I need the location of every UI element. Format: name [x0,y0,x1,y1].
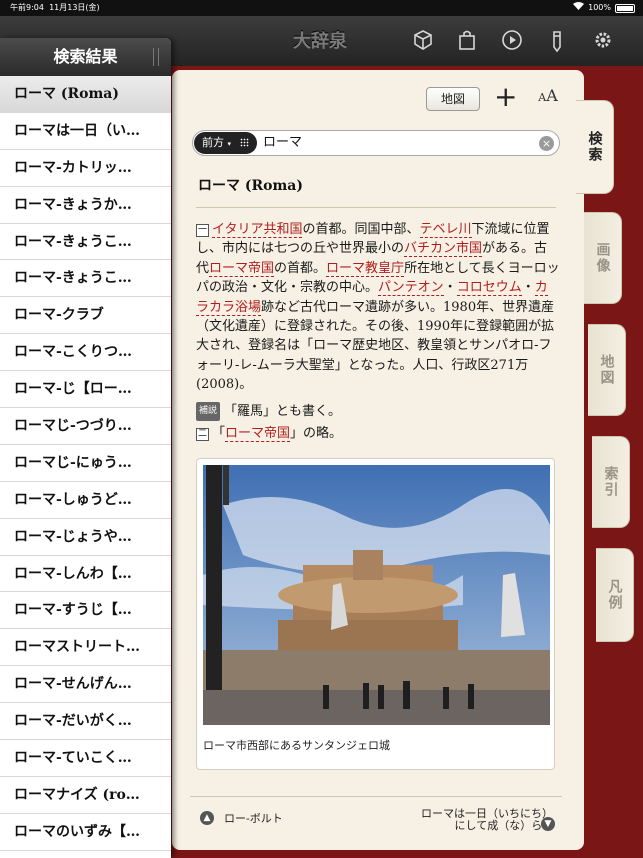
link-colosseum[interactable]: コロセウム [456,280,522,297]
search-results-header: 検索結果 [0,38,171,76]
link-roman-empire-2[interactable]: ローマ帝国 [225,426,291,443]
search-result-item[interactable]: ローマ-きょうか… [0,187,171,224]
wifi-icon [573,0,585,16]
supplementary-note: 補説 「羅馬」とも書く。 [196,401,560,422]
grid-icon [240,138,249,147]
search-result-item[interactable]: ローマ-こくりつ… [0,334,171,372]
search-result-item[interactable]: ローマじ-にゅう… [0,445,171,482]
search-result-item[interactable]: ローマ-じょうや… [0,519,171,556]
search-result-item[interactable]: ローマ-せんげん… [0,666,171,704]
gear-icon[interactable] [590,29,616,55]
tab-search[interactable]: 検索 [576,100,614,194]
status-time: 午前9:04 11月13日(金) [10,3,100,12]
search-scope-selector[interactable]: 前方 ▾ [194,132,257,154]
definition-number-badge: 二 [196,428,209,442]
pencil-icon[interactable] [544,29,570,55]
arrow-up-icon: ▲ [200,811,214,825]
link-roman-empire[interactable]: ローマ帝国 [209,260,275,277]
link-pantheon[interactable]: パンテオン [378,280,444,297]
battery-icon [615,3,635,13]
link-vatican[interactable]: バチカン市国 [404,241,483,258]
next-entry-arrow[interactable]: ▼ [541,811,555,831]
bag-icon[interactable] [454,29,480,55]
cube-icon[interactable] [410,29,436,55]
search-result-item[interactable]: ローマ-ていこく… [0,740,171,777]
entry-body: 一イタリア共和国の首都。同国中部、テベレ川下流域に位置し、市内には七つの丘や世界… [196,220,560,443]
font-size-button[interactable]: AA [534,86,562,110]
tab-map[interactable]: 地図 [588,324,626,416]
search-result-item[interactable]: ローマ-カトリッ… [0,150,171,187]
search-result-item[interactable]: ローマ (Roma) [0,76,171,113]
add-bookmark-button[interactable]: + [494,83,517,113]
arrow-down-icon: ▼ [541,817,555,831]
photo-card[interactable]: ローマ市西部にあるサンタンジェロ城 [196,458,555,770]
battery-percent: 100% [588,3,611,12]
search-result-item[interactable]: ローマ-しゅうど… [0,482,171,519]
search-result-item[interactable]: ローマ-しんわ【… [0,556,171,593]
search-result-item[interactable]: ローマストリート… [0,629,171,667]
search-result-item[interactable]: ローマのいずみ【… [0,814,171,851]
divider [190,796,562,797]
search-result-item[interactable]: ローマ-きょうこ… [0,224,171,261]
search-result-item[interactable]: ローマ-すうじ【… [0,592,171,630]
link-tiber[interactable]: テベレ川 [419,222,472,238]
search-result-item[interactable]: ローマは一日（い… [0,113,171,150]
app-title: 大辞泉 [293,31,347,52]
search-input[interactable]: ローマ [263,131,302,155]
definition-1: 一イタリア共和国の首都。同国中部、テベレ川下流域に位置し、市内には七つの丘や世界… [196,222,560,393]
note-badge: 補説 [196,401,221,422]
map-button[interactable]: 地図 [426,87,480,111]
search-result-item[interactable]: ローマナイズ (ro… [0,777,171,814]
search-results-list: ローマ (Roma) ローマは一日（い… ローマ-カトリッ… ローマ-きょうか… ローマ… [0,76,171,851]
search-result-item[interactable]: ローマ-きょうこ… [0,260,171,298]
tab-images[interactable]: 画像 [584,212,622,304]
definition-2: 二「ローマ帝国」の略。 [196,426,343,443]
tab-legend[interactable]: 凡例 [596,548,634,642]
play-icon[interactable] [499,29,525,55]
tab-index[interactable]: 索引 [592,436,630,528]
definition-number-badge: 一 [196,224,209,237]
search-results-panel: 検索結果 ローマ (Roma) ローマは一日（い… ローマ-カトリッ… ローマ-きょう… [0,38,171,858]
search-result-item[interactable]: ローマじ-つづり… [0,408,171,445]
search-bar: 前方 ▾ ローマ × [192,130,560,156]
entry-title: ローマ (Roma) [198,178,303,194]
search-result-item[interactable]: ローマ-じ【ロー… [0,371,171,409]
photo-caption: ローマ市西部にあるサンタンジェロ城 [203,739,390,752]
previous-entry-link[interactable]: ▲ ロー-ボルト [200,810,283,826]
next-entry-link[interactable]: ローマは一日（いちにち） にして成（な）らず [421,808,553,832]
resize-grip-icon[interactable] [153,48,159,66]
divider [196,207,556,208]
clear-search-button[interactable]: × [539,136,554,151]
search-result-item[interactable]: ローマ-クラブ [0,297,171,335]
status-bar: 午前9:04 11月13日(金) 100% [0,0,643,16]
link-holy-see[interactable]: ローマ教皇庁 [326,260,405,277]
search-result-item[interactable]: ローマ-だいがく… [0,703,171,741]
link-italy[interactable]: イタリア共和国 [212,222,303,238]
castel-sant-angelo-photo[interactable] [203,465,550,725]
